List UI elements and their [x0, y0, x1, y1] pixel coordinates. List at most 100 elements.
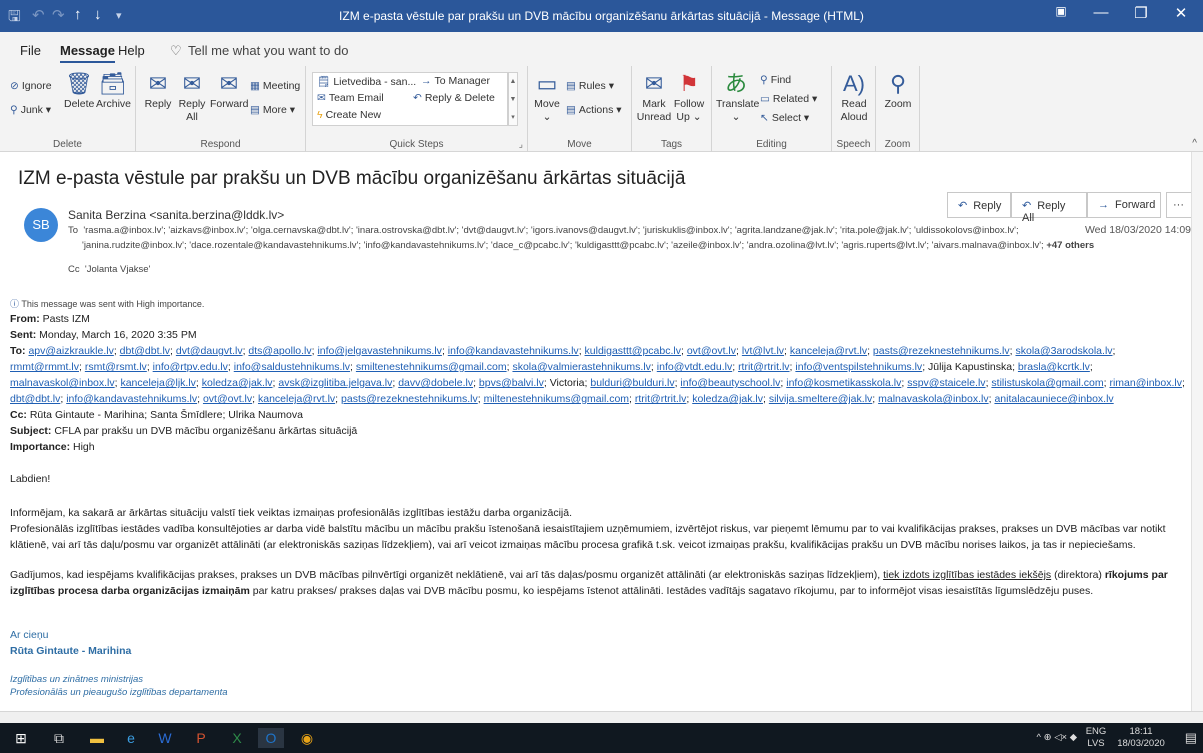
menu-help[interactable]: Help	[118, 43, 145, 58]
meeting-button[interactable]: ▦ Meeting	[250, 80, 300, 92]
email-link[interactable]: info@kandavastehnikums.lv	[66, 393, 197, 405]
email-link[interactable]: stilistuskola@gmail.com	[991, 377, 1103, 389]
reply-button[interactable]: ✉ Reply	[142, 72, 174, 111]
zoom-button[interactable]: ⚲ Zoom	[880, 72, 916, 111]
select-button[interactable]: ↖ Select ▾	[760, 112, 809, 124]
email-link[interactable]: malnavaskol@inbox.lv	[10, 377, 115, 389]
email-link[interactable]: rtrit@rtrit.lv	[738, 361, 789, 373]
quick-step-to-manager[interactable]: → To Manager	[421, 75, 490, 87]
task-view-icon[interactable]: ⧉	[46, 728, 72, 748]
dialog-launcher-icon[interactable]: ⌟	[519, 139, 523, 150]
email-link[interactable]: info@rtpv.edu.lv	[153, 361, 228, 373]
email-link[interactable]: silvija.smeltere@jak.lv	[769, 393, 872, 405]
email-link[interactable]: anitalacauniece@inbox.lv	[994, 393, 1113, 405]
email-link[interactable]: pasts@rezeknestehnikums.lv	[873, 345, 1010, 357]
email-link[interactable]: avsk@izglitiba.jelgava.lv	[278, 377, 392, 389]
translate-button[interactable]: あ Translate ⌄	[716, 72, 759, 124]
tray-icons[interactable]: ^ ⊕ ◁× ◆	[1037, 732, 1078, 743]
email-link[interactable]: kanceleja@rvt.lv	[258, 393, 335, 405]
read-aloud-button[interactable]: A) Read Aloud	[836, 72, 872, 124]
edge-icon[interactable]: e	[118, 728, 144, 748]
more-respond-button[interactable]: ▤ More ▾	[250, 104, 295, 116]
email-link[interactable]: bpvs@balvi.lv	[479, 377, 544, 389]
email-link[interactable]: kanceleja@ljk.lv	[120, 377, 195, 389]
email-link[interactable]: malnavaskola@inbox.lv	[878, 393, 988, 405]
email-link[interactable]: dbt@dbt.lv	[120, 345, 170, 357]
to-list-2[interactable]: 'janina.rudzite@inbox.lv'; 'dace.rozenta…	[82, 240, 1044, 251]
word-icon[interactable]: W	[152, 728, 178, 748]
move-button[interactable]: ▭ Move ⌄	[532, 72, 562, 124]
email-link[interactable]: davv@dobele.lv	[398, 377, 473, 389]
reply-all-action-button[interactable]: ↶ Reply All	[1011, 192, 1087, 224]
email-link[interactable]: rtrit@rtrit.lv	[635, 393, 686, 405]
email-link[interactable]: lvt@lvt.lv	[742, 345, 784, 357]
outlook-icon[interactable]: O	[258, 728, 284, 748]
email-link[interactable]: ovt@ovt.lv	[203, 393, 252, 405]
email-link[interactable]: riman@inbox.lv	[1109, 377, 1182, 389]
email-link[interactable]: rsmt@rsmt.lv	[85, 361, 147, 373]
email-link[interactable]: koledza@jak.lv	[692, 393, 763, 405]
excel-icon[interactable]: X	[224, 728, 250, 748]
email-link[interactable]: info@vtdt.edu.lv	[657, 361, 732, 373]
forward-action-button[interactable]: → Forward	[1087, 192, 1161, 218]
cc-recipient[interactable]: 'Jolanta Vjakse'	[85, 264, 150, 275]
restore-icon[interactable]: ❐	[1121, 4, 1161, 22]
email-link[interactable]: koledza@jak.lv	[202, 377, 273, 389]
email-link[interactable]: miltenestehnikums@gmail.com	[484, 393, 629, 405]
quick-step-team-email[interactable]: ✉ Team Email	[317, 92, 384, 104]
archive-button[interactable]: 🗃 Archive	[96, 72, 131, 111]
sender-name[interactable]: Sanita Berzina <sanita.berzina@lddk.lv>	[68, 208, 284, 222]
junk-button[interactable]: ⚲ Junk ▾	[10, 104, 51, 116]
email-link[interactable]: pasts@rezeknestehnikums.lv	[341, 393, 478, 405]
quick-step-lietvediba[interactable]: 🗒 Lietvediba - san...	[317, 75, 416, 88]
more-actions-button[interactable]: ···	[1166, 192, 1194, 218]
ribbon-display-icon[interactable]: ▣	[1041, 4, 1081, 18]
email-link[interactable]: sspv@staicele.lv	[907, 377, 985, 389]
email-link[interactable]: ovt@ovt.lv	[687, 345, 736, 357]
email-link[interactable]: dbt@dbt.lv	[10, 393, 60, 405]
email-link[interactable]: brasla@kcrtk.lv	[1018, 361, 1090, 373]
reply-action-button[interactable]: ↶ Reply	[947, 192, 1011, 218]
follow-up-button[interactable]: ⚑ Follow Up ⌄	[672, 72, 706, 124]
email-link[interactable]: info@kosmetikasskola.lv	[786, 377, 901, 389]
email-link[interactable]: info@kandavastehnikums.lv	[448, 345, 579, 357]
quick-steps-scroll[interactable]: ▲ ▼ ▾	[508, 72, 518, 126]
find-button[interactable]: ⚲ Find	[760, 74, 791, 86]
reply-all-button[interactable]: ✉ Reply All	[176, 72, 208, 124]
email-link[interactable]: info@ventspilstehnikums.lv	[795, 361, 922, 373]
related-button[interactable]: ▭ Related ▾	[760, 93, 817, 105]
email-link[interactable]: skola@3arodskola.lv	[1015, 345, 1112, 357]
rules-button[interactable]: ▤ Rules ▾	[566, 80, 614, 92]
email-link[interactable]: smiltenestehnikums@gmail.com	[356, 361, 507, 373]
powerpoint-icon[interactable]: P	[188, 728, 214, 748]
chrome-icon[interactable]: ◉	[294, 728, 320, 748]
delete-button[interactable]: 🗑 Delete	[64, 72, 94, 111]
menu-message[interactable]: Message	[60, 43, 115, 63]
actions-button[interactable]: ▤ Actions ▾	[566, 104, 622, 116]
forward-button[interactable]: ✉ Forward	[210, 72, 249, 111]
quick-step-reply-delete[interactable]: ↶ Reply & Delete	[413, 92, 495, 104]
email-link[interactable]: kanceleja@rvt.lv	[790, 345, 867, 357]
more-recipients-link[interactable]: +47 others	[1046, 240, 1094, 251]
email-link[interactable]: apv@aizkraukle.lv	[28, 345, 113, 357]
file-explorer-icon[interactable]: ▬	[84, 728, 110, 748]
mark-unread-button[interactable]: ✉ Mark Unread	[636, 72, 672, 124]
email-link[interactable]: dvt@daugvt.lv	[176, 345, 243, 357]
to-list-1[interactable]: 'rasma.a@inbox.lv'; 'aizkavs@inbox.lv'; …	[83, 225, 1018, 236]
close-icon[interactable]: ✕	[1161, 4, 1201, 22]
clock[interactable]: 18:11 18/03/2020	[1111, 726, 1171, 750]
menu-file[interactable]: File	[20, 43, 41, 58]
email-link[interactable]: skola@valmierastehnikums.lv	[512, 361, 650, 373]
email-link[interactable]: bulduri@bulduri.lv	[590, 377, 674, 389]
horizontal-scrollbar[interactable]	[0, 711, 1203, 723]
email-link[interactable]: kuldigasttt@pcabc.lv	[585, 345, 681, 357]
email-link[interactable]: info@saldustehnikums.lv	[234, 361, 350, 373]
start-icon[interactable]: ⊞	[8, 728, 34, 748]
quick-step-create-new[interactable]: ϟ Create New	[317, 109, 381, 121]
email-link[interactable]: info@jelgavastehnikums.lv	[317, 345, 441, 357]
email-link[interactable]: info@beautyschool.lv	[680, 377, 780, 389]
language-indicator[interactable]: ENG LVS	[1081, 726, 1111, 750]
vertical-scrollbar[interactable]	[1191, 152, 1203, 712]
email-link[interactable]: rmmt@rmmt.lv	[10, 361, 79, 373]
notifications-icon[interactable]: ▤	[1185, 730, 1197, 746]
